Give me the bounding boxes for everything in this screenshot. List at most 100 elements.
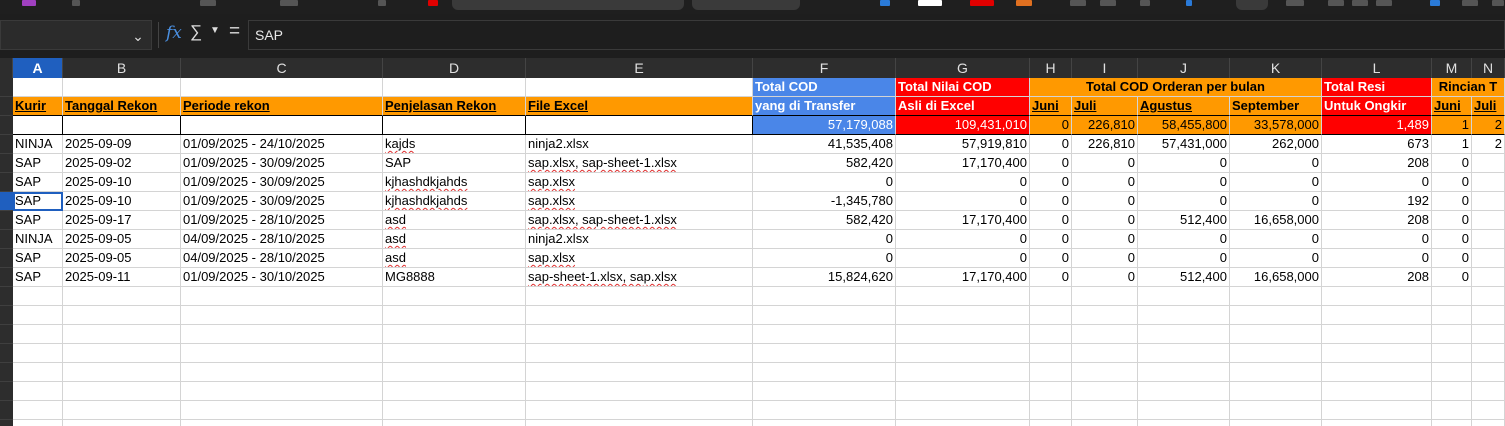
toolbar-icon[interactable] (1070, 0, 1086, 6)
empty-cell[interactable] (753, 382, 896, 401)
empty-cell[interactable] (1230, 325, 1322, 344)
empty-cell[interactable] (1138, 382, 1230, 401)
row-header[interactable] (0, 382, 13, 401)
cell-c[interactable]: 01/09/2025 - 30/09/2025 (181, 192, 383, 211)
cell-d[interactable]: kjhashdkjahds (383, 173, 526, 192)
cell-j[interactable]: 0 (1138, 192, 1230, 211)
row-header[interactable] (0, 325, 13, 344)
toolbar-icon[interactable] (1100, 0, 1116, 6)
cell-h[interactable]: 0 (1030, 192, 1072, 211)
cell-f[interactable]: 15,824,620 (753, 268, 896, 287)
header-yang-di-transfer[interactable]: yang di Transfer (753, 97, 896, 116)
column-header-l[interactable]: L (1322, 58, 1432, 78)
cell-k[interactable]: 16,658,000 (1230, 211, 1322, 230)
empty-cell[interactable] (1472, 401, 1505, 420)
cell-m[interactable]: 1 (1432, 135, 1472, 154)
cell-g[interactable]: 17,170,400 (896, 268, 1030, 287)
highlight-color-icon[interactable] (918, 0, 942, 6)
empty-cell[interactable] (753, 363, 896, 382)
empty-cell[interactable] (1322, 420, 1432, 426)
cell-i[interactable]: 0 (1072, 268, 1138, 287)
cell-i[interactable]: 0 (1072, 173, 1138, 192)
empty-cell[interactable] (753, 420, 896, 426)
cell-f[interactable]: 582,420 (753, 154, 896, 173)
empty-cell[interactable] (1138, 306, 1230, 325)
cell[interactable] (526, 116, 753, 135)
cell-b[interactable]: 2025-09-11 (63, 268, 181, 287)
empty-cell[interactable] (63, 382, 181, 401)
empty-cell[interactable] (383, 363, 526, 382)
empty-cell[interactable] (383, 420, 526, 426)
header-rincian[interactable]: Rincian T (1432, 78, 1505, 97)
total-i[interactable]: 226,810 (1072, 116, 1138, 135)
cell-i[interactable]: 0 (1072, 230, 1138, 249)
cell-e[interactable]: sap.xlsx (526, 249, 753, 268)
cell-m[interactable]: 0 (1432, 230, 1472, 249)
empty-cell[interactable] (1030, 306, 1072, 325)
empty-cell[interactable] (1432, 382, 1472, 401)
cell-g[interactable]: 0 (896, 230, 1030, 249)
cell-k[interactable]: 0 (1230, 249, 1322, 268)
column-header-i[interactable]: I (1072, 58, 1138, 78)
empty-cell[interactable] (63, 306, 181, 325)
empty-cell[interactable] (1322, 401, 1432, 420)
column-header-g[interactable]: G (896, 58, 1030, 78)
cell-b[interactable]: 2025-09-02 (63, 154, 181, 173)
cell-f[interactable]: -1,345,780 (753, 192, 896, 211)
empty-cell[interactable] (13, 287, 63, 306)
empty-cell[interactable] (63, 344, 181, 363)
empty-cell[interactable] (1072, 344, 1138, 363)
row-header[interactable] (0, 268, 13, 287)
cell-a[interactable]: SAP (13, 268, 63, 287)
toolbar-icon[interactable] (280, 0, 298, 6)
cell-e[interactable]: sap.xlsx (526, 173, 753, 192)
cell-k[interactable]: 0 (1230, 192, 1322, 211)
empty-cell[interactable] (753, 306, 896, 325)
empty-cell[interactable] (1030, 344, 1072, 363)
empty-cell[interactable] (13, 363, 63, 382)
empty-cell[interactable] (753, 325, 896, 344)
cell-h[interactable]: 0 (1030, 154, 1072, 173)
empty-cell[interactable] (181, 382, 383, 401)
empty-cell[interactable] (13, 306, 63, 325)
empty-cell[interactable] (526, 420, 753, 426)
header-juni[interactable]: Juni (1030, 97, 1072, 116)
toolbar-icon[interactable] (1376, 0, 1392, 6)
cell-g[interactable]: 57,919,810 (896, 135, 1030, 154)
header-juni-rincian[interactable]: Juni (1432, 97, 1472, 116)
header-penjelasan-rekon[interactable]: Penjelasan Rekon (383, 97, 526, 116)
header-total-cod-orderan[interactable]: Total COD Orderan per bulan (1030, 78, 1322, 97)
row-header[interactable] (0, 306, 13, 325)
column-header-h[interactable]: H (1030, 58, 1072, 78)
cell-c[interactable]: 01/09/2025 - 30/10/2025 (181, 268, 383, 287)
cell-d[interactable]: SAP (383, 154, 526, 173)
empty-cell[interactable] (383, 382, 526, 401)
column-header-d[interactable]: D (383, 58, 526, 78)
cell-l[interactable]: 0 (1322, 249, 1432, 268)
cell-l[interactable]: 192 (1322, 192, 1432, 211)
empty-cell[interactable] (181, 306, 383, 325)
cell-n[interactable] (1472, 268, 1505, 287)
cell-k[interactable]: 262,000 (1230, 135, 1322, 154)
row-header[interactable] (0, 401, 13, 420)
column-header-k[interactable]: K (1230, 58, 1322, 78)
empty-cell[interactable] (526, 325, 753, 344)
cell-f[interactable]: 582,420 (753, 211, 896, 230)
empty-cell[interactable] (1322, 382, 1432, 401)
cell-b[interactable]: 2025-09-10 (63, 173, 181, 192)
column-header-c[interactable]: C (181, 58, 383, 78)
cell-d[interactable]: kjhashdkjahds (383, 192, 526, 211)
cell-b[interactable]: 2025-09-05 (63, 230, 181, 249)
cell-m[interactable]: 0 (1432, 249, 1472, 268)
total-h[interactable]: 0 (1030, 116, 1072, 135)
column-header-m[interactable]: M (1432, 58, 1472, 78)
total-k[interactable]: 33,578,000 (1230, 116, 1322, 135)
cell-l[interactable]: 208 (1322, 268, 1432, 287)
cell-a[interactable]: NINJA (13, 230, 63, 249)
cell-a[interactable]: SAP (13, 154, 63, 173)
chevron-down-icon[interactable]: ▼ (210, 25, 220, 36)
header-asli-di-excel[interactable]: Asli di Excel (896, 97, 1030, 116)
empty-cell[interactable] (383, 344, 526, 363)
empty-cell[interactable] (1030, 420, 1072, 426)
toolbar-icon[interactable] (1016, 0, 1032, 6)
